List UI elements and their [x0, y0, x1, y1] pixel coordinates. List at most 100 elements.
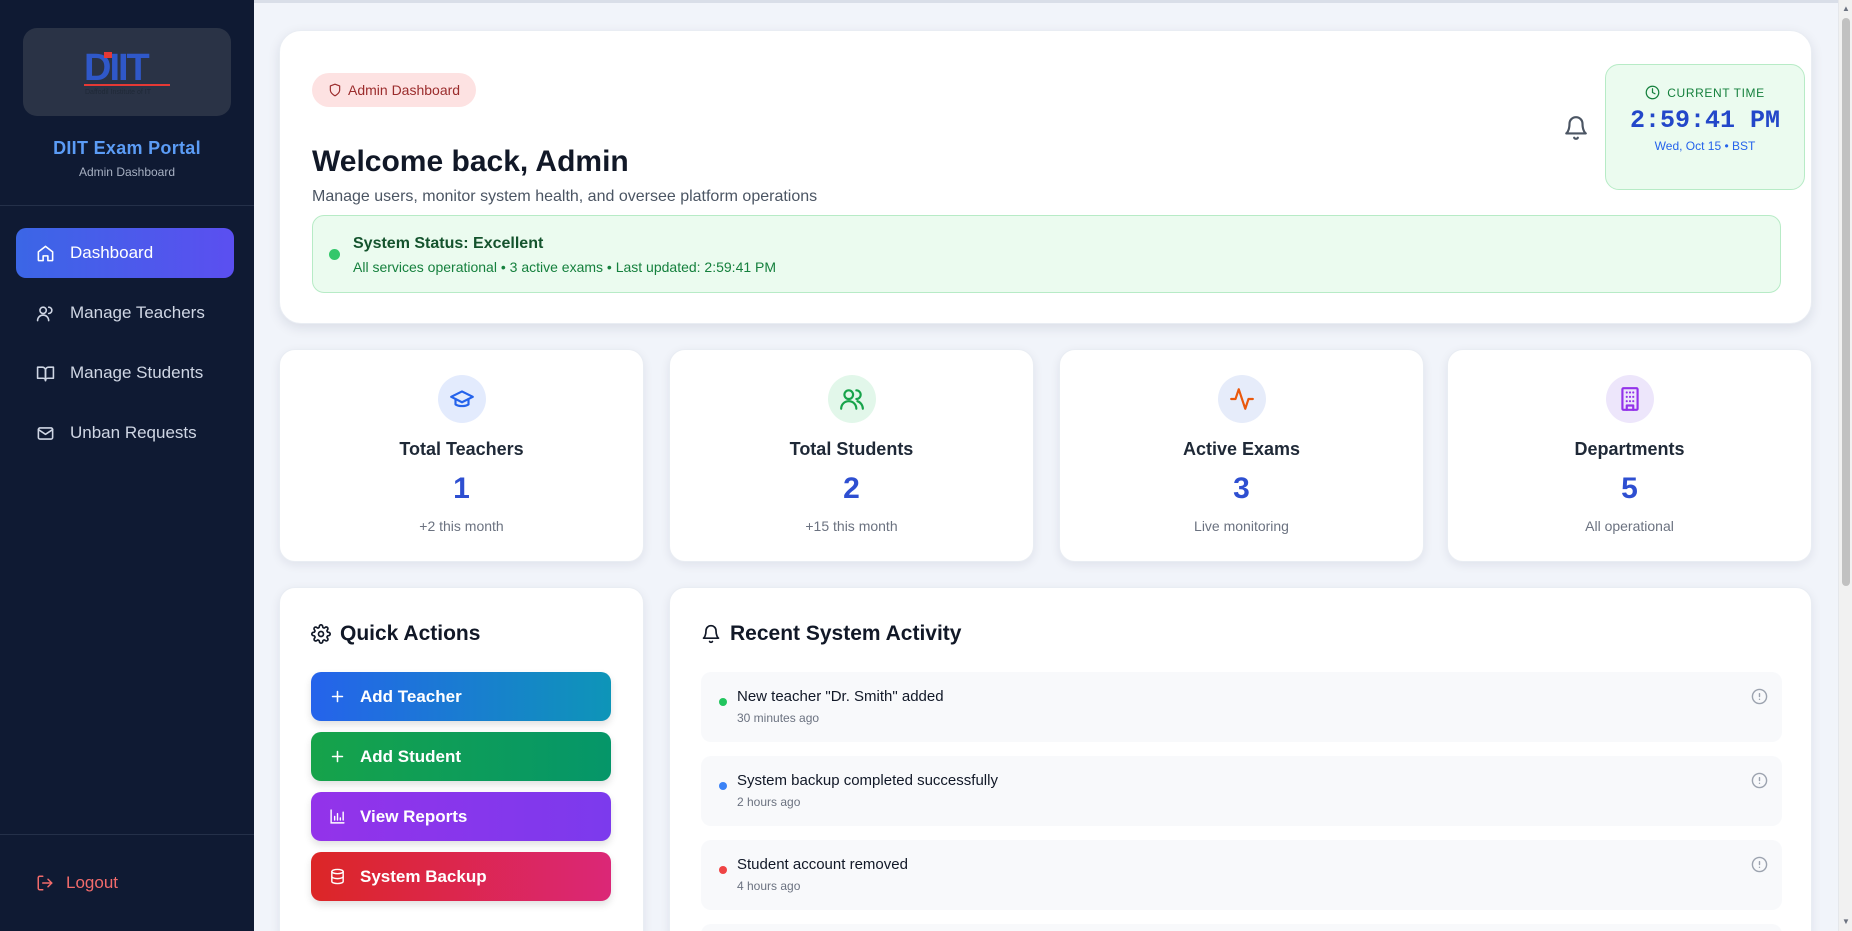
stat-title: Total Teachers: [399, 439, 524, 459]
brand-section: DIIT Daffodil Institute of IT DIIT Exam …: [0, 0, 254, 206]
sidebar: DIIT Daffodil Institute of IT DIIT Exam …: [0, 0, 254, 931]
stat-card-departments: Departments 5 All operational: [1447, 349, 1812, 562]
app-subtitle: Admin Dashboard: [78, 165, 176, 179]
sidebar-item-label: Unban Requests: [70, 423, 197, 442]
stat-title: Active Exams: [1182, 439, 1301, 459]
clock-icon: [1645, 85, 1660, 100]
logout-label: Logout: [66, 873, 118, 892]
sidebar-item-manage-students[interactable]: Manage Students: [16, 348, 234, 398]
system-backup-button[interactable]: System Backup: [311, 852, 611, 901]
gear-icon: [311, 624, 331, 644]
stat-note: +2 this month: [419, 518, 504, 534]
stat-value: 5: [1621, 472, 1638, 505]
stat-note: +15 this month: [805, 518, 898, 534]
bell-icon: [702, 624, 720, 644]
sidebar-item-dashboard[interactable]: Dashboard: [16, 228, 234, 278]
users-icon: [839, 389, 864, 410]
admin-badge-label: Admin Dashboard: [348, 82, 461, 98]
system-backup-label: System Backup: [360, 866, 487, 886]
add-student-label: Add Student: [360, 746, 462, 766]
stat-value: 3: [1233, 472, 1250, 505]
stat-note: All operational: [1585, 518, 1674, 534]
mail-icon: [37, 426, 54, 440]
activity-icon: [1229, 388, 1254, 410]
system-status-banner: System Status: Excellent All services op…: [312, 215, 1781, 293]
add-teacher-label: Add Teacher: [360, 686, 462, 706]
activity-item-partial: [701, 924, 1782, 931]
building-icon: [1620, 387, 1639, 411]
sidebar-item-label: Manage Teachers: [70, 303, 205, 322]
scroll-down-arrow-icon[interactable]: ▼: [1839, 915, 1852, 929]
plus-icon: [331, 750, 344, 763]
recent-activity-title: Recent System Activity: [730, 622, 962, 645]
svg-text:Daffodil Institute of IT: Daffodil Institute of IT: [85, 89, 152, 96]
stat-note: Live monitoring: [1194, 518, 1289, 534]
notifications-button[interactable]: [1563, 115, 1589, 141]
activity-time: 30 minutes ago: [737, 711, 820, 725]
users-icon: [36, 305, 53, 321]
plus-icon: [331, 690, 344, 703]
database-icon: [331, 868, 344, 885]
scrollbar-thumb[interactable]: [1842, 18, 1850, 586]
bell-icon: [1565, 116, 1587, 140]
sidebar-item-label: Manage Students: [70, 363, 204, 382]
recent-activity-heading: Recent System Activity: [701, 622, 961, 646]
stat-card-total-teachers: Total Teachers 1 +2 this month: [279, 349, 644, 562]
activity-text: Student account removed: [737, 856, 908, 873]
page-scrollbar[interactable]: ▲ ▼: [1838, 0, 1852, 931]
main-content: Admin Dashboard Welcome back, Admin Mana…: [254, 0, 1838, 931]
activity-item[interactable]: System backup completed successfully 2 h…: [701, 756, 1782, 826]
add-student-button[interactable]: Add Student: [311, 732, 611, 781]
stat-title: Total Students: [789, 439, 914, 459]
recent-activity-card: Recent System Activity New teacher "Dr. …: [669, 587, 1812, 931]
info-icon[interactable]: [1751, 856, 1768, 873]
add-teacher-button[interactable]: Add Teacher: [311, 672, 611, 721]
sidebar-nav: Dashboard Manage Teachers Manage Student…: [0, 206, 254, 834]
activity-item[interactable]: Student account removed 4 hours ago: [701, 840, 1782, 910]
logout-button[interactable]: Logout: [36, 873, 118, 893]
stat-card-active-exams: Active Exams 3 Live monitoring: [1059, 349, 1424, 562]
sidebar-item-manage-teachers[interactable]: Manage Teachers: [16, 288, 234, 338]
activity-text: System backup completed successfully: [737, 772, 998, 789]
activity-time: 2 hours ago: [737, 795, 801, 809]
stat-icon-wrap: [1217, 375, 1266, 423]
shield-icon: [329, 83, 341, 97]
book-open-icon: [36, 365, 55, 381]
view-reports-button[interactable]: View Reports: [311, 792, 611, 841]
activity-time: 4 hours ago: [737, 879, 801, 893]
page-title: Welcome back, Admin: [312, 145, 629, 178]
activity-status-dot: [719, 698, 727, 706]
quick-actions-title: Quick Actions: [340, 622, 481, 645]
stat-value: 2: [843, 472, 860, 505]
current-time-label-row: CURRENT TIME: [1606, 85, 1804, 100]
current-time-card: CURRENT TIME 2:59:41 PM Wed, Oct 15 • BS…: [1605, 64, 1805, 190]
quick-actions-heading: Quick Actions: [311, 622, 480, 646]
quick-actions-card: Quick Actions Add Teacher Add Student Vi…: [279, 587, 644, 931]
page-subtitle: Manage users, monitor system health, and…: [312, 188, 818, 205]
sidebar-item-unban-requests[interactable]: Unban Requests: [16, 408, 234, 458]
scroll-up-arrow-icon[interactable]: ▲: [1839, 2, 1852, 16]
activity-text: New teacher "Dr. Smith" added: [737, 688, 944, 705]
app-logo: DIIT Daffodil Institute of IT: [23, 28, 231, 116]
current-date: Wed, Oct 15 • BST: [1654, 139, 1756, 153]
logout-section: Logout: [0, 834, 254, 931]
activity-status-dot: [719, 782, 727, 790]
admin-badge: Admin Dashboard: [312, 73, 477, 107]
current-time-value: 2:59:41 PM: [1629, 106, 1781, 135]
sidebar-item-label: Dashboard: [70, 243, 154, 262]
diit-logo-icon: DIIT Daffodil Institute of IT: [84, 47, 170, 96]
info-icon[interactable]: [1751, 772, 1768, 789]
logout-icon: [37, 875, 53, 891]
stat-value: 1: [453, 472, 470, 505]
system-status-title: System Status: Excellent: [353, 235, 544, 252]
activity-status-dot: [719, 866, 727, 874]
stat-icon-wrap: [827, 375, 876, 423]
svg-text:DIIT: DIIT: [84, 47, 150, 89]
stat-icon-wrap: [437, 375, 486, 423]
activity-item[interactable]: New teacher "Dr. Smith" added 30 minutes…: [701, 672, 1782, 742]
info-icon[interactable]: [1751, 688, 1768, 705]
home-icon: [37, 245, 54, 261]
graduation-cap-icon: [449, 390, 474, 408]
welcome-card: Admin Dashboard Welcome back, Admin Mana…: [279, 30, 1812, 324]
current-time-label: CURRENT TIME: [1667, 85, 1765, 100]
